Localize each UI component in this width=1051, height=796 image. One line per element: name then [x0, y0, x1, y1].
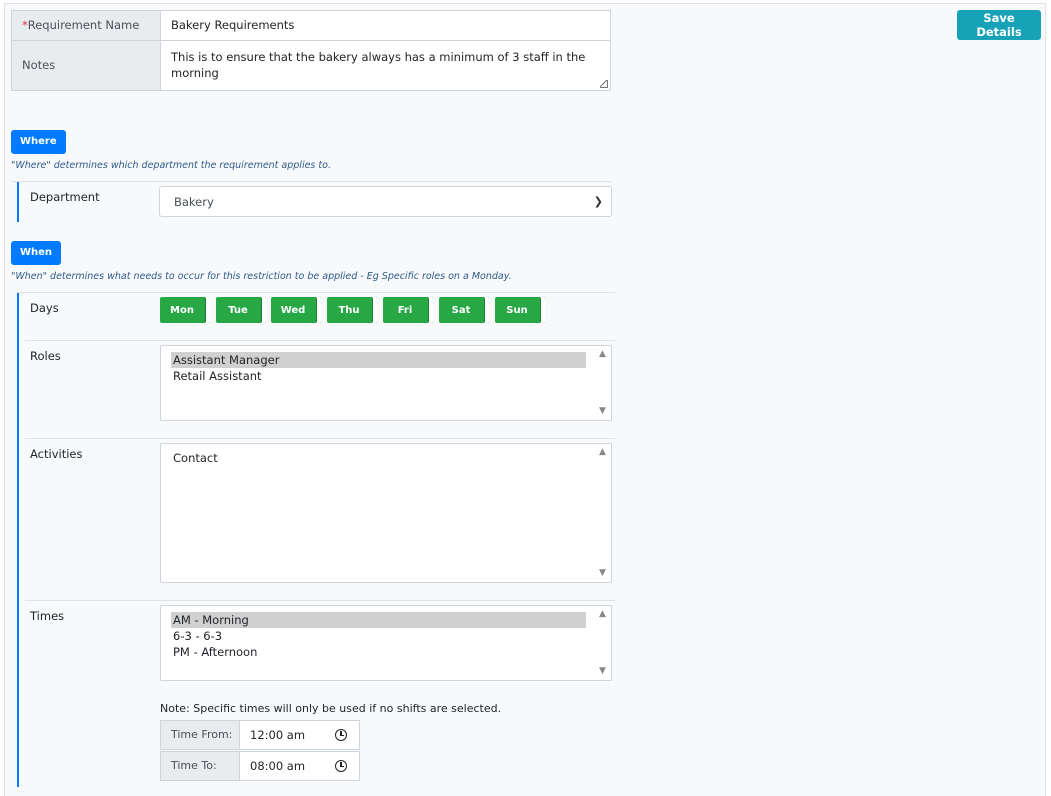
times-label: Times [30, 609, 65, 623]
day-toggle-sat[interactable]: Sat [439, 297, 489, 323]
roles-label: Roles [30, 349, 61, 363]
department-select[interactable]: Bakery ❯ [159, 186, 612, 217]
scroll-up-icon[interactable]: ▲ [597, 447, 608, 458]
chevron-down-icon: ❯ [593, 195, 603, 208]
list-item[interactable]: 6-3 - 6-3 [171, 628, 586, 644]
time-from-label: Time From: [160, 720, 240, 750]
time-from-value: 12:00 am [250, 728, 306, 742]
time-from-input[interactable]: 12:00 am [239, 720, 360, 750]
list-item[interactable]: Retail Assistant [171, 368, 586, 384]
time-to-input[interactable]: 08:00 am [239, 751, 360, 781]
requirement-name-label-cell: *Requirement Name [11, 10, 161, 41]
when-section-note: "When" determines what needs to occur fo… [11, 271, 512, 282]
list-item[interactable]: Assistant Manager [171, 352, 586, 368]
time-to-label: Time To: [160, 751, 240, 781]
scroll-down-icon[interactable]: ▼ [597, 666, 608, 677]
day-toggle-thu[interactable]: Thu [327, 297, 377, 323]
day-toggle-wed[interactable]: Wed [271, 297, 321, 323]
scroll-up-icon[interactable]: ▲ [597, 609, 608, 620]
list-item[interactable]: AM - Morning [171, 612, 586, 628]
scroll-down-icon[interactable]: ▼ [597, 406, 608, 417]
activities-label: Activities [30, 447, 83, 461]
notes-value: This is to ensure that the bakery always… [171, 50, 586, 80]
activities-listbox[interactable]: Contact ▲ ▼ [160, 443, 612, 583]
requirement-name-value: Bakery Requirements [171, 18, 295, 32]
when-section-badge: When [11, 241, 62, 265]
where-section-bar [17, 182, 19, 222]
when-divider [17, 292, 615, 293]
requirement-name-label: Requirement Name [27, 18, 140, 32]
day-toggle-mon[interactable]: Mon [160, 297, 210, 323]
department-label: Department [30, 190, 100, 204]
scroll-down-icon[interactable]: ▼ [597, 568, 608, 579]
list-item[interactable]: Contact [171, 450, 586, 466]
department-selected-value: Bakery [174, 195, 214, 209]
clock-icon[interactable] [335, 760, 347, 772]
activities-divider [25, 600, 615, 601]
when-section-bar [17, 293, 19, 787]
requirement-name-input[interactable]: Bakery Requirements [160, 10, 611, 41]
where-section-note: "Where" determines which department the … [11, 160, 331, 171]
scroll-up-icon[interactable]: ▲ [597, 349, 608, 360]
clock-icon[interactable] [335, 729, 347, 741]
where-divider [11, 181, 611, 182]
roles-divider [25, 438, 615, 439]
where-section-badge: Where [11, 130, 66, 154]
requirement-form-panel: *Requirement Name Bakery Requirements No… [4, 3, 1046, 796]
day-toggle-tue[interactable]: Tue [216, 297, 266, 323]
notes-label-cell: Notes [11, 40, 161, 91]
list-item[interactable]: PM - Afternoon [171, 644, 586, 660]
days-divider [25, 340, 615, 341]
save-details-button[interactable]: Save Details [957, 10, 1041, 40]
times-listbox[interactable]: AM - Morning 6-3 - 6-3 PM - Afternoon ▲ … [160, 605, 612, 681]
notes-textarea[interactable]: This is to ensure that the bakery always… [160, 40, 611, 91]
days-label: Days [30, 301, 59, 315]
time-to-value: 08:00 am [250, 759, 306, 773]
roles-listbox[interactable]: Assistant Manager Retail Assistant ▲ ▼ [160, 345, 612, 421]
notes-label: Notes [22, 58, 56, 72]
day-toggle-sun[interactable]: Sun [495, 297, 545, 323]
times-note: Note: Specific times will only be used i… [160, 702, 502, 715]
resize-grip-icon[interactable] [600, 80, 608, 88]
day-toggle-fri[interactable]: Fri [383, 297, 433, 323]
